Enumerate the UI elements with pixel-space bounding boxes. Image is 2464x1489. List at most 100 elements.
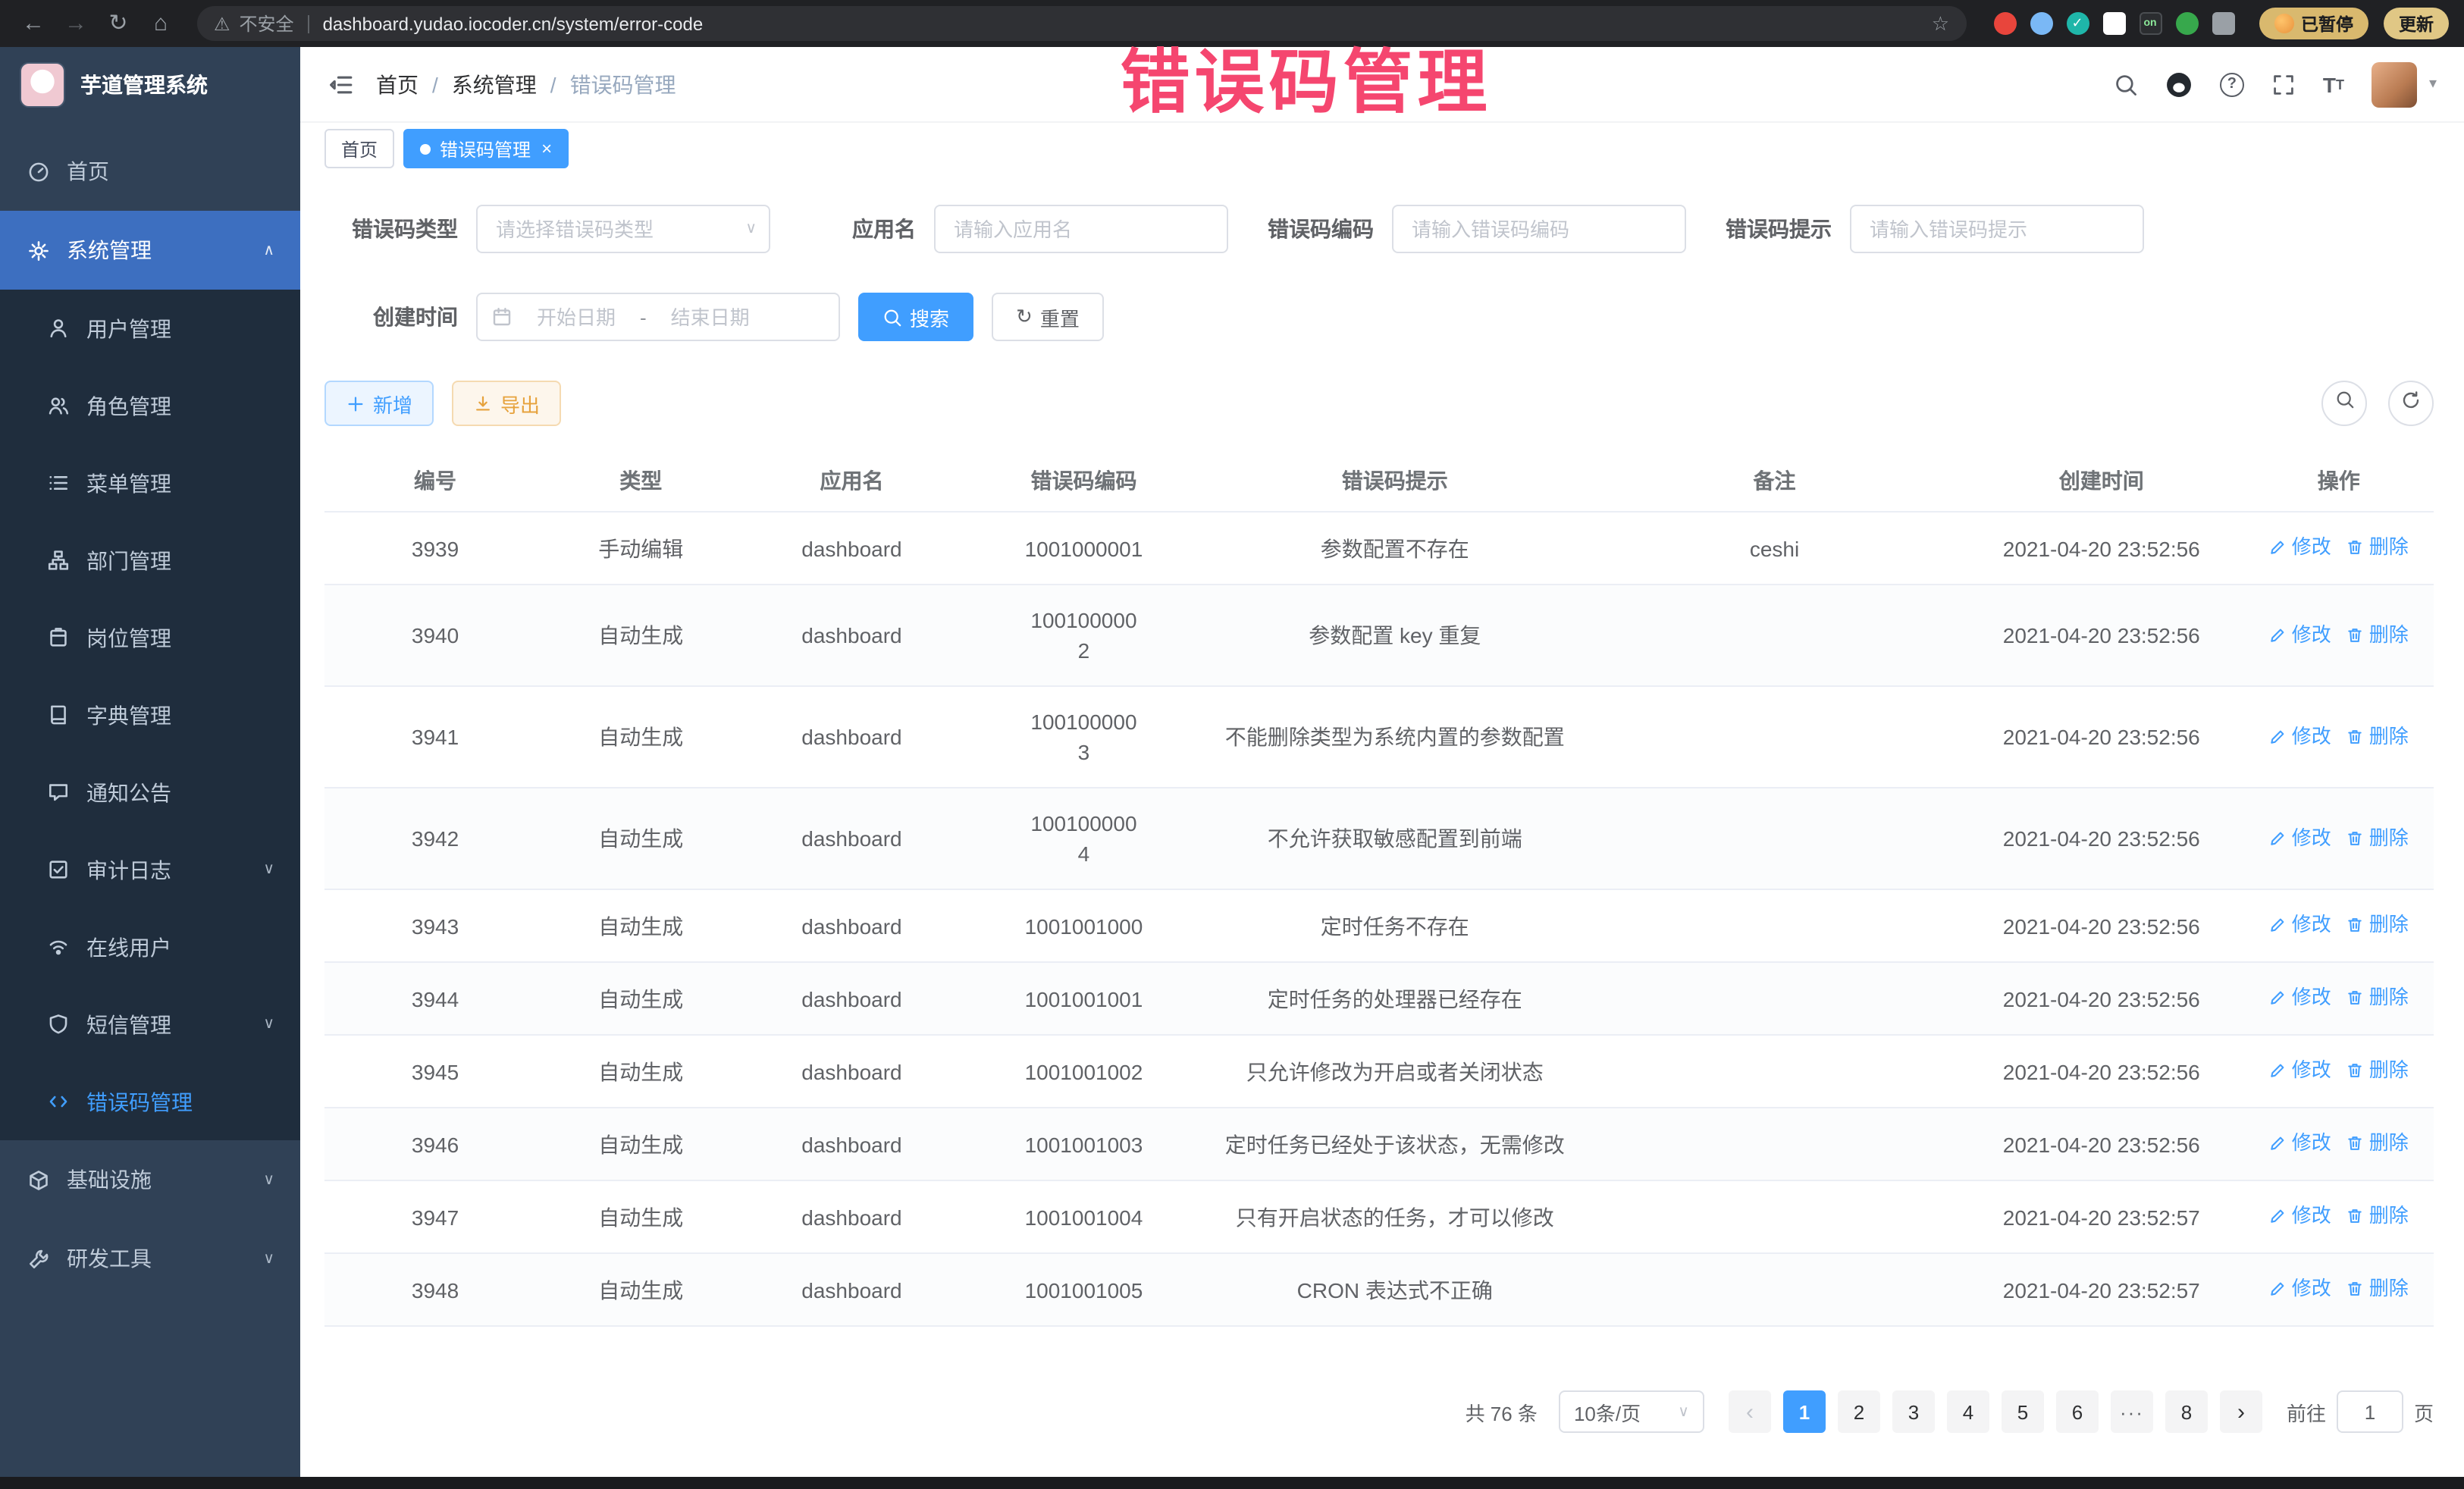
edit-link[interactable]: 修改 — [2269, 910, 2331, 940]
delete-link-label: 删除 — [2369, 1201, 2409, 1231]
search-icon[interactable] — [2114, 72, 2138, 96]
tab-首页[interactable]: 首页 — [324, 129, 394, 168]
home-icon[interactable]: ⌂ — [143, 12, 179, 35]
extension-check-icon[interactable] — [2066, 12, 2089, 35]
sidebar-item-audit[interactable]: 审计日志∨ — [0, 831, 300, 908]
sidebar-item-dept[interactable]: 部门管理 — [0, 522, 300, 599]
delete-link-label: 删除 — [2369, 532, 2409, 563]
delete-link[interactable]: 删除 — [2346, 721, 2409, 751]
edit-link[interactable]: 修改 — [2269, 1055, 2331, 1086]
sidebar-item-menu[interactable]: 菜单管理 — [0, 444, 300, 522]
tab-错误码管理[interactable]: 错误码管理× — [403, 129, 569, 168]
sidebar-item-home[interactable]: 首页 — [0, 132, 300, 211]
page-button-4[interactable]: 4 — [1947, 1390, 1989, 1433]
extensions-puzzle-icon[interactable] — [2212, 12, 2234, 35]
jump-page-input[interactable] — [2337, 1390, 2403, 1433]
add-button[interactable]: 新增 — [324, 381, 434, 426]
sidebar-item-system[interactable]: 系统管理∧ — [0, 211, 300, 290]
font-size-icon[interactable]: TT — [2323, 72, 2344, 96]
page-button-2[interactable]: 2 — [1838, 1390, 1880, 1433]
delete-link[interactable]: 删除 — [2346, 619, 2409, 650]
page-size-select[interactable]: 10条/页 ∨ — [1559, 1390, 1704, 1433]
extension-leaf-icon[interactable] — [2175, 12, 2198, 35]
edit-link[interactable]: 修改 — [2269, 1201, 2331, 1231]
delete-link[interactable]: 删除 — [2346, 1274, 2409, 1304]
sidebar-item-sms[interactable]: 短信管理∨ — [0, 986, 300, 1063]
page-button-5[interactable]: 5 — [2002, 1390, 2044, 1433]
sidebar-item-role[interactable]: 角色管理 — [0, 367, 300, 444]
sidebar-item-user[interactable]: 用户管理 — [0, 290, 300, 367]
error-code-type-select[interactable]: ∨ — [476, 205, 770, 253]
search-button[interactable]: 搜索 — [858, 293, 973, 341]
export-button[interactable]: 导出 — [452, 381, 561, 426]
logo[interactable]: 芋道管理系统 — [0, 47, 300, 123]
error-code-input[interactable] — [1392, 205, 1686, 253]
bookmark-star-icon[interactable]: ☆ — [1932, 11, 1949, 36]
back-icon[interactable]: ← — [15, 12, 52, 35]
edit-link[interactable]: 修改 — [2269, 1128, 2331, 1158]
table-row: 3940自动生成dashboard100100000 2参数配置 key 重复2… — [324, 585, 2434, 686]
refresh-icon[interactable]: ↻ — [100, 12, 136, 35]
error-message-input[interactable] — [1850, 205, 2144, 253]
edit-link[interactable]: 修改 — [2269, 823, 2331, 853]
breadcrumb-item[interactable]: 系统管理 — [452, 69, 537, 99]
profile-paused-badge[interactable]: 已暂停 — [2259, 8, 2368, 39]
delete-link[interactable]: 删除 — [2346, 983, 2409, 1013]
start-date-input[interactable] — [520, 297, 632, 337]
extension-red-dot-icon[interactable] — [1993, 12, 2016, 35]
sidebar-item-dict[interactable]: 字典管理 — [0, 676, 300, 754]
extension-blue-icon[interactable] — [2030, 12, 2052, 35]
address-bar[interactable]: ⚠ 不安全 dashboard.yudao.iocoder.cn/system/… — [197, 6, 1966, 41]
extension-grid-icon[interactable] — [2102, 12, 2125, 35]
sidebar-item-notice[interactable]: 通知公告 — [0, 754, 300, 831]
close-icon[interactable]: × — [541, 138, 552, 159]
sidebar-item-errcode[interactable]: 错误码管理 — [0, 1063, 300, 1140]
show-search-toggle-button[interactable] — [2321, 381, 2367, 426]
page-button-3[interactable]: 3 — [1892, 1390, 1935, 1433]
cell-actions: 修改 删除 — [2244, 1180, 2434, 1253]
app-name-input[interactable] — [934, 205, 1228, 253]
edit-link[interactable]: 修改 — [2269, 983, 2331, 1013]
edit-link[interactable]: 修改 — [2269, 721, 2331, 751]
delete-link[interactable]: 删除 — [2346, 1128, 2409, 1158]
delete-link[interactable]: 删除 — [2346, 823, 2409, 853]
page-button-8[interactable]: 8 — [2165, 1390, 2208, 1433]
breadcrumb-item[interactable]: 首页 — [376, 69, 419, 99]
cell-type: 手动编辑 — [546, 512, 735, 585]
help-icon[interactable]: ? — [2220, 72, 2244, 96]
delete-link[interactable]: 删除 — [2346, 532, 2409, 563]
next-page-button[interactable]: › — [2220, 1390, 2262, 1433]
prev-page-button[interactable]: ‹ — [1729, 1390, 1771, 1433]
github-icon[interactable] — [2165, 71, 2193, 98]
sidebar-item-online[interactable]: 在线用户 — [0, 908, 300, 986]
update-button[interactable]: 更新 — [2384, 8, 2449, 39]
end-date-input[interactable] — [654, 297, 766, 337]
extension-on-icon[interactable] — [2139, 12, 2161, 35]
sidebar-item-post[interactable]: 岗位管理 — [0, 599, 300, 676]
sidebar-item-tools[interactable]: 研发工具∨ — [0, 1219, 300, 1298]
edit-link[interactable]: 修改 — [2269, 532, 2331, 563]
page-ellipsis[interactable]: ··· — [2111, 1390, 2153, 1433]
create-time-range-picker[interactable]: - — [476, 293, 840, 341]
search-button-label: 搜索 — [910, 303, 949, 331]
chevron-down-icon: ∨ — [263, 1016, 274, 1033]
fullscreen-icon[interactable] — [2271, 72, 2296, 96]
edit-link[interactable]: 修改 — [2269, 619, 2331, 650]
delete-link[interactable]: 删除 — [2346, 1055, 2409, 1086]
refresh-table-button[interactable] — [2388, 381, 2434, 426]
page-button-6[interactable]: 6 — [2056, 1390, 2099, 1433]
forward-icon[interactable]: → — [58, 12, 94, 35]
sidebar-item-label: 菜单管理 — [86, 468, 171, 498]
delete-link[interactable]: 删除 — [2346, 910, 2409, 940]
reset-button[interactable]: ↻ 重置 — [992, 293, 1104, 341]
page-button-1[interactable]: 1 — [1783, 1390, 1826, 1433]
avatar[interactable] — [2372, 61, 2417, 107]
avatar-caret-icon[interactable]: ▾ — [2429, 76, 2437, 92]
sidebar-item-infra[interactable]: 基础设施∨ — [0, 1140, 300, 1219]
export-button-label: 导出 — [500, 389, 540, 418]
error-code-type-input[interactable] — [476, 205, 770, 253]
cell-msg: 定时任务的处理器已经存在 — [1199, 962, 1590, 1035]
delete-link[interactable]: 删除 — [2346, 1201, 2409, 1231]
edit-link[interactable]: 修改 — [2269, 1274, 2331, 1304]
collapse-sidebar-icon[interactable] — [328, 71, 355, 98]
